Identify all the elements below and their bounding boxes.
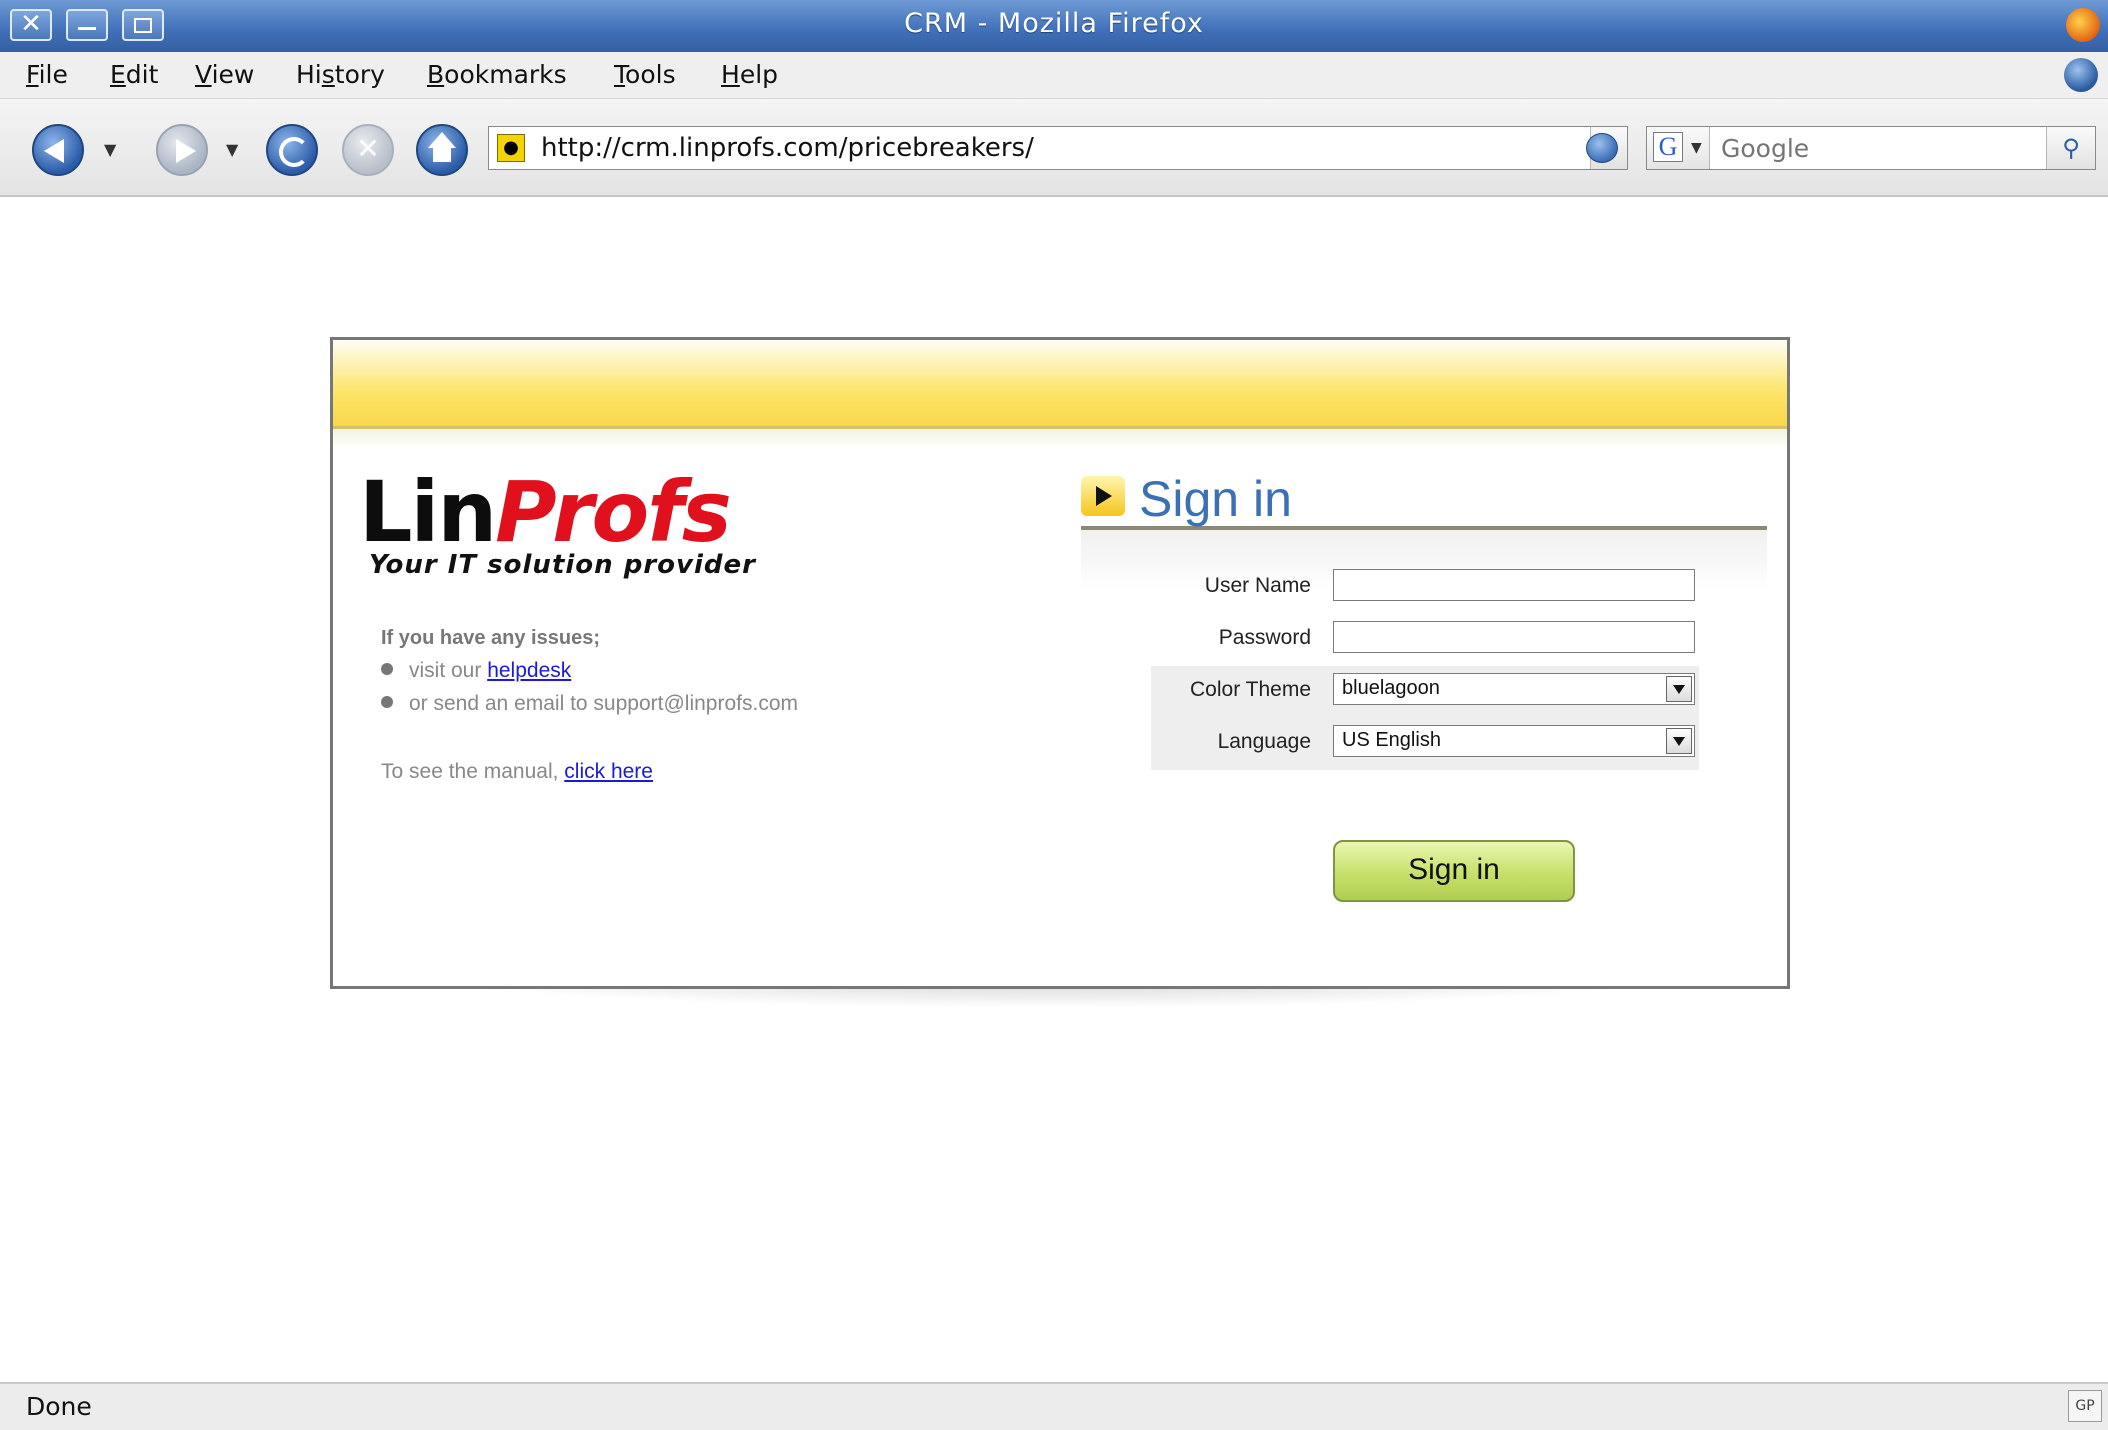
- reload-button[interactable]: [266, 124, 318, 176]
- throbber-globe-icon: [2064, 58, 2098, 92]
- helpdesk-link[interactable]: helpdesk: [487, 659, 571, 682]
- menu-tools-key: T: [614, 60, 626, 89]
- go-arrow-icon: [1586, 133, 1618, 163]
- language-value: US English: [1342, 729, 1441, 751]
- manual-line: To see the manual, click here: [381, 760, 653, 784]
- login-header-band: [333, 340, 1787, 429]
- menu-tools[interactable]: Tools: [614, 60, 676, 89]
- home-icon: [428, 132, 456, 148]
- signin-title: Sign in: [1139, 471, 1292, 527]
- window-title-bar: ✕ CRM - Mozilla Firefox: [0, 0, 2108, 53]
- menu-file-key: F: [26, 60, 39, 89]
- issue-helpdesk-line: visit our helpdesk: [381, 659, 571, 683]
- search-button[interactable]: ⚲: [2046, 127, 2095, 169]
- issues-heading: If you have any issues;: [381, 627, 600, 649]
- issue-email-line: or send an email to support@linprofs.com: [381, 692, 798, 716]
- status-text: Done: [26, 1392, 92, 1421]
- google-icon: G: [1653, 132, 1683, 162]
- back-history-dropdown[interactable]: ▼: [104, 140, 116, 159]
- forward-history-dropdown[interactable]: ▼: [226, 140, 238, 159]
- username-input[interactable]: [1333, 569, 1695, 601]
- url-text[interactable]: http://crm.linprofs.com/pricebreakers/: [541, 133, 1034, 163]
- menu-edit-key: E: [110, 60, 126, 89]
- menu-tools-label: ools: [625, 60, 676, 89]
- forward-button[interactable]: [156, 124, 208, 176]
- signin-heading: Sign in: [1081, 471, 1767, 530]
- menu-help[interactable]: Help: [721, 60, 778, 89]
- firefox-logo-icon: [2066, 8, 2100, 42]
- menu-view-key: V: [195, 60, 212, 89]
- issue-email-text: or send an email to support@linprofs.com: [409, 692, 799, 715]
- linprofs-logo: LinProfs: [359, 470, 732, 554]
- menu-history-pre: Hi: [296, 60, 322, 89]
- chevron-down-icon: [1666, 728, 1692, 754]
- color-theme-value: bluelagoon: [1342, 677, 1440, 699]
- logo-lin: Lin: [359, 463, 497, 561]
- page-content: LinProfs Your IT solution provider If yo…: [10, 197, 2108, 1382]
- magnifier-icon: ⚲: [2062, 134, 2080, 162]
- manual-text: To see the manual,: [381, 760, 565, 783]
- url-bar[interactable]: ● http://crm.linprofs.com/pricebreakers/…: [488, 126, 1628, 170]
- play-arrow-icon: [1081, 476, 1125, 516]
- color-theme-select[interactable]: bluelagoon: [1333, 673, 1695, 705]
- logo-profs: Profs: [495, 463, 732, 561]
- stop-button[interactable]: ✕: [342, 124, 394, 176]
- header-fade: [333, 429, 1787, 449]
- language-label: Language: [1217, 730, 1311, 753]
- stop-icon: ✕: [356, 132, 380, 165]
- bullet-icon: [381, 663, 393, 676]
- menu-history[interactable]: History: [296, 60, 385, 89]
- menu-view-label: iew: [211, 60, 255, 89]
- menu-bar: File Edit View History Bookmarks Tools H…: [0, 52, 2108, 99]
- status-badge[interactable]: GP: [2068, 1390, 2102, 1422]
- chevron-down-icon: ▼: [1691, 140, 1702, 156]
- forward-arrow-icon: [176, 139, 196, 163]
- menu-history-label: tory: [334, 60, 385, 89]
- menu-edit[interactable]: Edit: [110, 60, 158, 89]
- search-engine-selector[interactable]: G ▼: [1647, 127, 1710, 169]
- menu-bookmarks-label: ookmarks: [444, 60, 567, 89]
- menu-bookmarks[interactable]: Bookmarks: [427, 60, 567, 89]
- username-label: User Name: [1204, 574, 1311, 597]
- chevron-down-icon: [1666, 676, 1692, 702]
- password-input[interactable]: [1333, 621, 1695, 653]
- password-label: Password: [1218, 626, 1311, 649]
- menu-help-label: elp: [739, 60, 779, 89]
- language-select[interactable]: US English: [1333, 725, 1695, 757]
- manual-link[interactable]: click here: [564, 760, 653, 783]
- menu-view[interactable]: View: [195, 60, 254, 89]
- search-bar[interactable]: G ▼ ⚲: [1646, 126, 2096, 170]
- menu-file-label: ile: [38, 60, 68, 89]
- signin-button[interactable]: Sign in: [1333, 840, 1575, 902]
- search-input[interactable]: [1719, 129, 2043, 167]
- color-theme-label: Color Theme: [1190, 678, 1311, 701]
- login-panel: LinProfs Your IT solution provider If yo…: [330, 337, 1790, 989]
- menu-help-key: H: [721, 60, 740, 89]
- site-favicon-icon: ●: [497, 134, 525, 162]
- status-bar: Done GP: [0, 1382, 2108, 1430]
- menu-history-key: s: [321, 60, 335, 89]
- window-title: CRM - Mozilla Firefox: [904, 8, 1204, 39]
- go-button[interactable]: [1578, 127, 1626, 169]
- home-button[interactable]: [416, 124, 468, 176]
- menu-edit-label: dit: [125, 60, 159, 89]
- navigation-toolbar: ▼ ▼ ✕ ● http://crm.linprofs.com/pricebre…: [0, 99, 2108, 197]
- logo-tagline: Your IT solution provider: [369, 550, 756, 580]
- bullet-icon: [381, 696, 393, 709]
- menu-file[interactable]: File: [26, 60, 68, 89]
- menu-bookmarks-key: B: [427, 60, 445, 89]
- home-icon-body: [433, 148, 451, 162]
- back-arrow-icon: [44, 139, 64, 163]
- issue-helpdesk-text: visit our: [409, 659, 488, 682]
- reload-icon: [279, 137, 309, 167]
- back-button[interactable]: [32, 124, 84, 176]
